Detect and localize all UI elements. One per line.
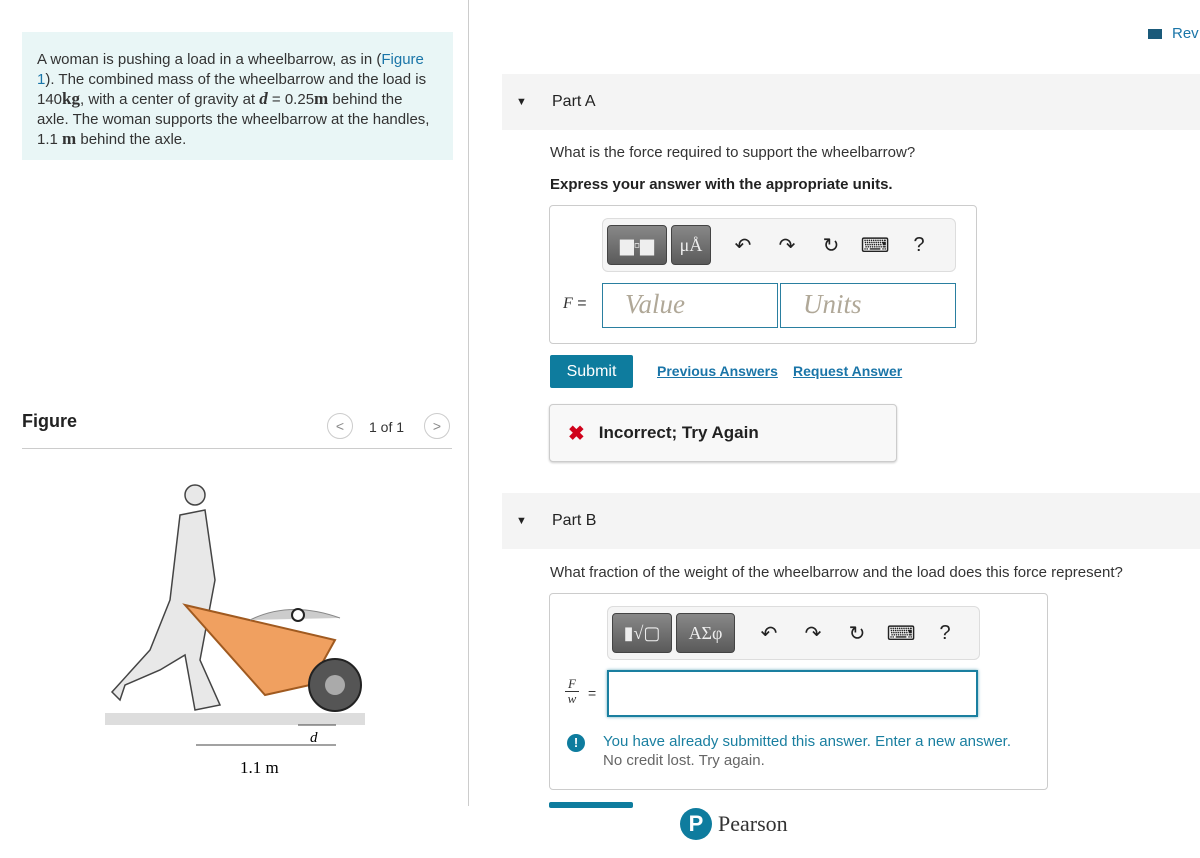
submit-button[interactable]: Submit xyxy=(550,355,633,388)
undo-icon[interactable]: ↶ xyxy=(721,233,765,258)
equals-sign: = xyxy=(588,685,597,701)
templates-button[interactable]: ▆▫▆ xyxy=(607,225,667,265)
figure-divider xyxy=(22,448,452,449)
part-a-instruction: Express your answer with the appropriate… xyxy=(550,176,893,193)
warning-icon: ! xyxy=(567,734,585,752)
fraction-label: F w xyxy=(565,677,579,706)
review-link[interactable]: Rev xyxy=(1148,25,1199,42)
reset-icon[interactable]: ↻ xyxy=(835,621,879,646)
problem-statement: A woman is pushing a load in a wheelbarr… xyxy=(22,32,453,160)
part-a-label: Part A xyxy=(552,93,596,110)
undo-icon[interactable]: ↶ xyxy=(747,621,791,646)
help-icon[interactable]: ? xyxy=(897,234,941,257)
pearson-p-icon: P xyxy=(680,808,712,840)
part-a-question: What is the force required to support th… xyxy=(550,144,916,161)
pearson-logo: P Pearson xyxy=(680,808,788,840)
part-b-toolbar: ▮√▢ ΑΣφ ↶ ↷ ↻ ⌨ ? xyxy=(607,606,980,660)
next-figure-button[interactable]: > xyxy=(424,413,450,439)
warning-line-1: You have already submitted this answer. … xyxy=(603,733,1012,750)
templates-button[interactable]: ▮√▢ xyxy=(612,613,672,653)
redo-icon[interactable]: ↷ xyxy=(791,621,835,646)
part-b-question: What fraction of the weight of the wheel… xyxy=(550,564,1123,581)
book-icon xyxy=(1148,28,1162,39)
part-a-variable: F = xyxy=(563,295,587,312)
figure-title: Figure xyxy=(22,411,78,431)
help-icon[interactable]: ? xyxy=(923,622,967,645)
label-length: 1.1 m xyxy=(240,758,279,777)
part-a-header[interactable] xyxy=(502,74,1200,130)
keyboard-icon[interactable]: ⌨ xyxy=(879,621,923,646)
label-d: d xyxy=(310,730,318,746)
greek-symbols-button[interactable]: ΑΣφ xyxy=(676,613,735,653)
units-button[interactable]: μÅ xyxy=(671,225,711,265)
units-input[interactable]: Units xyxy=(780,283,956,328)
fraction-input[interactable] xyxy=(607,670,978,717)
feedback-box: ✖ Incorrect; Try Again xyxy=(549,404,897,462)
prev-figure-button[interactable]: < xyxy=(327,413,353,439)
wheelbarrow-figure: d 1.1 m xyxy=(105,484,365,777)
collapse-caret-icon[interactable]: ▼ xyxy=(516,96,527,108)
part-b-header[interactable] xyxy=(502,493,1200,549)
previous-answers-link[interactable]: Previous Answers xyxy=(657,363,778,379)
submit-button-partial[interactable] xyxy=(549,802,633,808)
incorrect-x-icon: ✖ xyxy=(568,422,585,445)
figure-pager: 1 of 1 xyxy=(369,419,405,435)
value-input[interactable]: Value xyxy=(602,283,778,328)
part-a-toolbar: ▆▫▆ μÅ ↶ ↷ ↻ ⌨ ? xyxy=(602,218,956,272)
part-b-label: Part B xyxy=(552,512,597,529)
panel-divider xyxy=(468,0,469,806)
collapse-caret-icon[interactable]: ▼ xyxy=(516,515,527,527)
warning-line-2: No credit lost. Try again. xyxy=(603,752,765,769)
redo-icon[interactable]: ↷ xyxy=(765,233,809,258)
keyboard-icon[interactable]: ⌨ xyxy=(853,233,897,258)
request-answer-link[interactable]: Request Answer xyxy=(793,363,902,379)
reset-icon[interactable]: ↻ xyxy=(809,233,853,258)
